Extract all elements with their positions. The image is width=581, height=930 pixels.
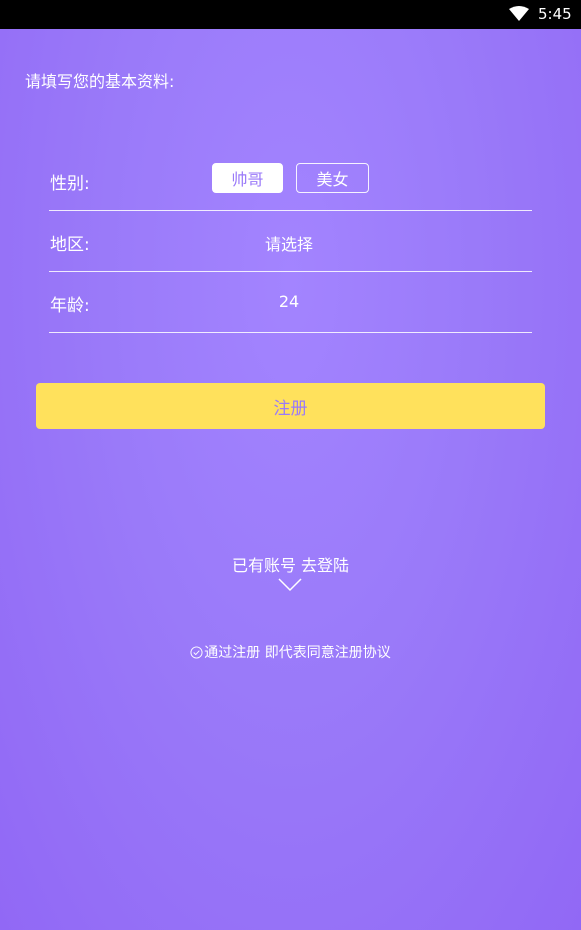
gender-row: 性别: 帅哥 美女: [49, 149, 532, 211]
gender-label: 性别:: [50, 174, 90, 194]
region-label: 地区:: [50, 235, 90, 255]
agreement-text: 通过注册 即代表同意注册协议: [204, 645, 391, 661]
wifi-icon: [509, 6, 529, 21]
status-bar: 5:45: [0, 0, 581, 29]
agreement[interactable]: 通过注册 即代表同意注册协议: [0, 642, 581, 662]
login-link[interactable]: 已有账号 去登陆: [0, 552, 581, 576]
register-button[interactable]: 注册: [36, 383, 545, 429]
status-time: 5:45: [538, 5, 572, 23]
region-select[interactable]: 请选择: [239, 231, 339, 255]
age-value[interactable]: 24: [239, 292, 339, 311]
age-label: 年龄:: [50, 296, 90, 316]
age-row[interactable]: 年龄: 24: [49, 271, 532, 333]
gender-male-button[interactable]: 帅哥: [212, 163, 283, 193]
region-row[interactable]: 地区: 请选择: [49, 210, 532, 272]
chevron-down-icon[interactable]: [278, 578, 302, 592]
check-circle-icon[interactable]: [190, 645, 203, 659]
gender-female-button[interactable]: 美女: [296, 163, 369, 193]
intro-text: 请填写您的基本资料:: [25, 72, 175, 91]
